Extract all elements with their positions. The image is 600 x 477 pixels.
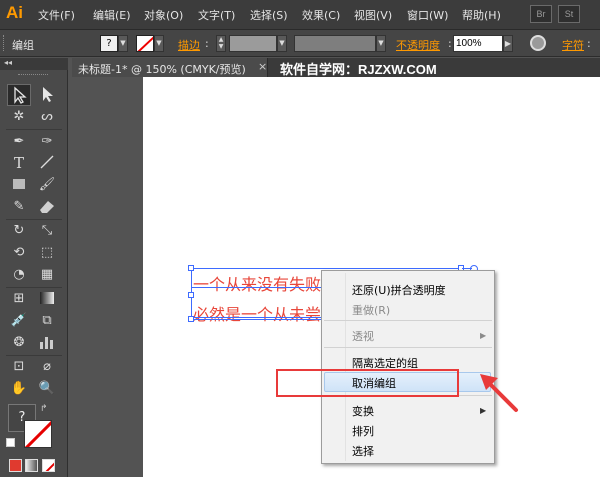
eraser-tool-icon[interactable]: [35, 196, 59, 218]
direct-selection-tool-icon[interactable]: [35, 84, 59, 106]
column-graph-tool-icon[interactable]: [35, 332, 59, 354]
lasso-tool-icon[interactable]: ᔕ: [35, 106, 59, 128]
stroke-dropdown[interactable]: ▼: [154, 35, 164, 52]
shape-builder-tool-icon[interactable]: ◔: [7, 264, 31, 286]
default-colors-icon[interactable]: [6, 438, 15, 447]
menu-object[interactable]: 对象(O): [144, 7, 183, 23]
hand-tool-icon[interactable]: ✋: [7, 378, 31, 400]
rotate-tool-icon[interactable]: ↻: [7, 220, 31, 242]
slice-tool-icon[interactable]: ⌀: [35, 356, 59, 378]
menu-separator: [324, 347, 492, 348]
stroke-weight-field[interactable]: [229, 35, 277, 52]
submenu-arrow-icon: ▶: [480, 331, 487, 340]
profile-dropdown[interactable]: ▼: [376, 35, 386, 52]
opacity-popup[interactable]: ▶: [503, 35, 513, 52]
stock-button[interactable]: St: [558, 5, 580, 23]
handle-top-left[interactable]: [188, 265, 194, 271]
none-icon: [25, 421, 51, 447]
colon-text-3: :: [587, 37, 591, 50]
paintbrush-tool-icon[interactable]: 🖌: [35, 174, 59, 196]
stroke-swatch[interactable]: [136, 35, 154, 52]
opacity-input[interactable]: 100%: [453, 35, 503, 52]
scale-tool-icon[interactable]: ⤡: [35, 220, 59, 242]
eyedropper-tool-icon[interactable]: 💉: [7, 310, 31, 332]
perspective-grid-tool-icon[interactable]: ▦: [35, 264, 59, 286]
artboard-tool-icon[interactable]: ⊡: [7, 356, 31, 378]
menu-item-select[interactable]: 选择: [352, 443, 374, 459]
annotation-arrow-icon: [480, 374, 518, 412]
menu-file[interactable]: 文件(F): [38, 7, 75, 23]
menu-view[interactable]: 视图(V): [354, 7, 392, 23]
menu-item-transform[interactable]: 变换: [352, 403, 374, 419]
none-icon: [137, 36, 153, 51]
menu-effect[interactable]: 效果(C): [302, 7, 340, 23]
gradient-tool-icon[interactable]: [35, 288, 59, 310]
menu-item-undo-flatten-transparency[interactable]: 还原(U)拼合透明度: [352, 282, 446, 298]
colon-text-2: :: [448, 37, 452, 50]
color-mode-button[interactable]: [9, 459, 22, 472]
stroke-label[interactable]: 描边: [178, 37, 200, 53]
opacity-label[interactable]: 不透明度: [396, 37, 440, 53]
menu-separator: [324, 320, 492, 321]
bridge-button[interactable]: Br: [530, 5, 552, 23]
selection-type-label: 编组: [12, 39, 34, 52]
tab-close-icon[interactable]: ×: [258, 60, 267, 73]
recolor-icon[interactable]: [530, 35, 546, 51]
menu-item-perspective: 透视: [352, 330, 374, 343]
handle-middle-left[interactable]: [188, 292, 194, 298]
collapse-icon[interactable]: ◂◂: [4, 58, 12, 67]
watermark-text: 软件自学网：RJZXW.COM: [280, 62, 437, 77]
pencil-tool-icon[interactable]: ✎: [7, 196, 31, 218]
pen-tool-icon[interactable]: ✒: [7, 131, 31, 153]
magic-wand-tool-icon[interactable]: ✲: [7, 106, 31, 128]
stroke-weight-dropdown[interactable]: ▼: [277, 35, 287, 52]
annotation-highlight-box: [276, 369, 459, 397]
none-mode-button[interactable]: [42, 459, 55, 472]
tool-divider: [6, 129, 62, 130]
menu-select[interactable]: 选择(S): [250, 7, 288, 23]
warp-tool-icon[interactable]: ⟲: [7, 242, 31, 264]
document-tab-title: 未标题-1* @ 150% (CMYK/预览): [78, 63, 246, 76]
menu-item-arrange[interactable]: 排列: [352, 423, 374, 439]
fill-swatch[interactable]: ?: [100, 35, 118, 52]
zoom-tool-icon[interactable]: 🔍: [35, 378, 59, 400]
type-tool-icon[interactable]: T: [7, 152, 31, 174]
stroke-box[interactable]: [24, 420, 52, 448]
handle-bottom-left[interactable]: [188, 316, 194, 322]
menu-help[interactable]: 帮助(H): [462, 7, 501, 23]
free-transform-tool-icon[interactable]: ⬚: [35, 242, 59, 264]
style-label[interactable]: 字符: [562, 37, 584, 53]
rotate-handle-line: [462, 268, 472, 269]
menu-item-redo: 重做(R): [352, 304, 391, 317]
stroke-weight-stepper[interactable]: ▲ ▼: [216, 35, 226, 52]
curvature-tool-icon[interactable]: ✑: [35, 131, 59, 153]
menu-edit[interactable]: 编辑(E): [93, 7, 131, 23]
fill-dropdown[interactable]: ▼: [118, 35, 128, 52]
menu-type[interactable]: 文字(T): [198, 7, 235, 23]
swap-icon[interactable]: ↱: [40, 404, 48, 414]
mesh-tool-icon[interactable]: ⊞: [7, 288, 31, 310]
colon-text: :: [205, 37, 209, 50]
grip-icon: [3, 35, 7, 51]
toolbox-grip: [18, 74, 48, 76]
app-logo: Ai: [6, 3, 23, 22]
gradient-mode-button[interactable]: [25, 459, 38, 472]
rectangle-tool-icon[interactable]: [7, 174, 31, 196]
line-tool-icon[interactable]: [35, 152, 59, 174]
variable-width-profile[interactable]: [294, 35, 376, 52]
blend-tool-icon[interactable]: ⧉: [35, 310, 59, 332]
menu-window[interactable]: 窗口(W): [407, 7, 448, 23]
selection-tool-icon[interactable]: [7, 84, 31, 106]
symbol-sprayer-tool-icon[interactable]: ❂: [7, 332, 31, 354]
menu-bar: [0, 0, 600, 30]
context-menu-gutter: [345, 273, 346, 461]
